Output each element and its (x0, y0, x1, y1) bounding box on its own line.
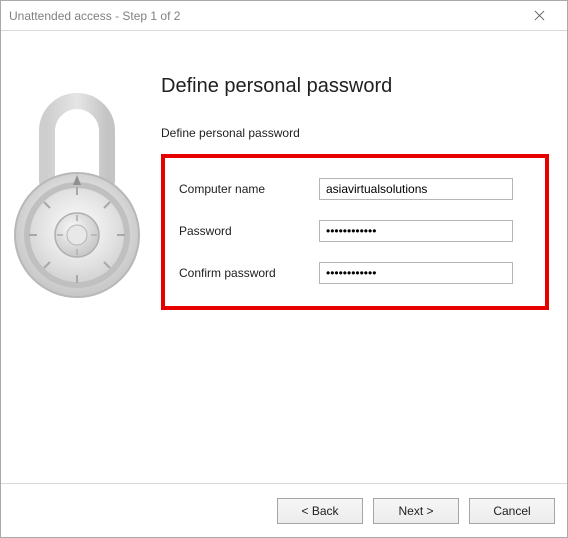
content-area: Define personal password Define personal… (161, 75, 547, 310)
close-icon (534, 10, 545, 21)
close-button[interactable] (517, 4, 561, 28)
padlock-icon (11, 71, 143, 303)
computer-name-input[interactable] (319, 178, 513, 200)
page-subheading: Define personal password (161, 126, 547, 140)
dialog-footer: < Back Next > Cancel (1, 483, 567, 537)
password-label: Password (179, 224, 319, 238)
dialog-window: Unattended access - Step 1 of 2 (0, 0, 568, 538)
computer-name-label: Computer name (179, 182, 319, 196)
lock-illustration (11, 71, 143, 303)
confirm-password-label: Confirm password (179, 266, 319, 280)
form-highlight-box: Computer name Password Confirm password (161, 154, 549, 310)
confirm-password-input[interactable] (319, 262, 513, 284)
computer-name-row: Computer name (179, 178, 531, 200)
page-heading: Define personal password (161, 75, 547, 98)
titlebar: Unattended access - Step 1 of 2 (1, 1, 567, 31)
password-row: Password (179, 220, 531, 242)
confirm-password-row: Confirm password (179, 262, 531, 284)
dialog-body: Define personal password Define personal… (1, 31, 567, 483)
password-input[interactable] (319, 220, 513, 242)
cancel-button[interactable]: Cancel (469, 498, 555, 524)
back-button[interactable]: < Back (277, 498, 363, 524)
next-button[interactable]: Next > (373, 498, 459, 524)
window-title: Unattended access - Step 1 of 2 (9, 9, 517, 23)
